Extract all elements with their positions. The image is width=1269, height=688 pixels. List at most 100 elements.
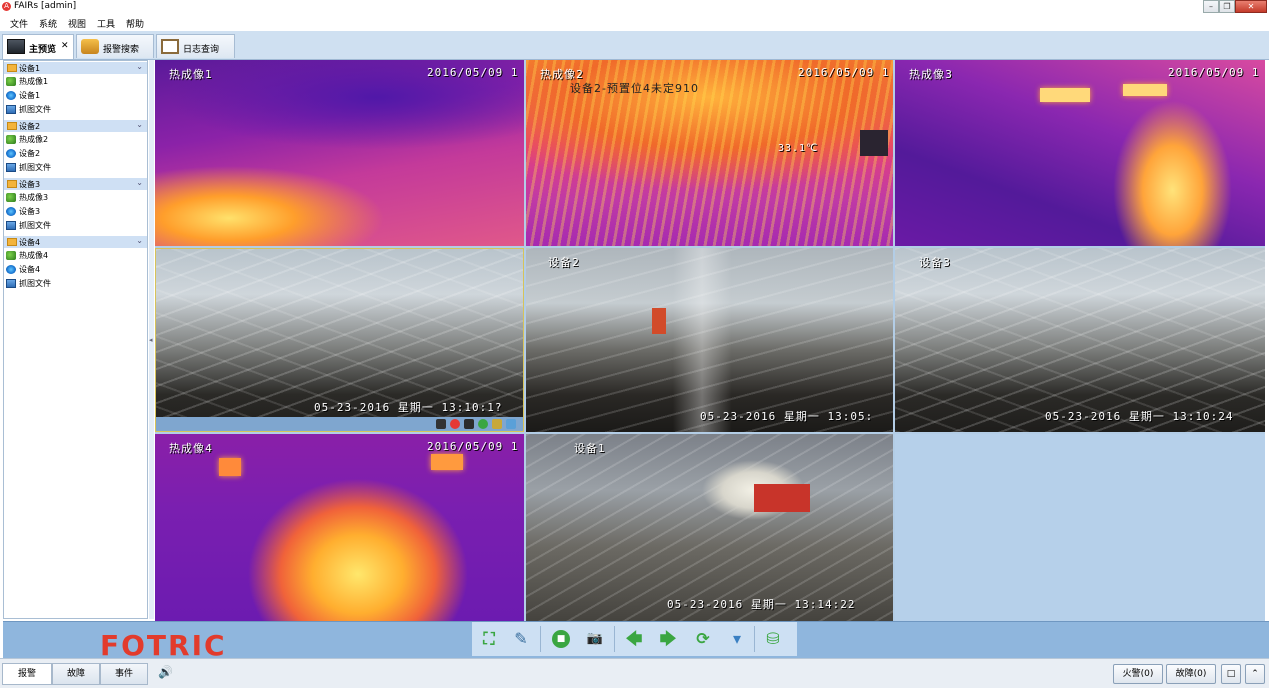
playback-controls: ⛶ ✎ ■ 📷 🡄 🡆 ⟳ ▾ ⛁ [472,622,797,656]
tree-item[interactable]: 设备2 [6,147,146,159]
menu-view[interactable]: 视图 [68,17,86,30]
chevron-down-icon[interactable]: ⌄ [136,120,143,129]
chevron-down-icon[interactable]: ⌄ [136,178,143,187]
item-label: 设备2 [19,149,41,158]
cell-toolbar [156,417,523,431]
thermal-camera-icon [6,135,16,144]
thermal-camera-icon [6,193,16,202]
tree-item[interactable]: 抓图文件 [6,277,146,289]
video-cell-thermal3[interactable]: 热成像3 2016/05/09 1 [895,60,1265,246]
tab-log-query[interactable]: 日志查询 [156,34,235,58]
monitor-icon [7,39,25,54]
group-label: 设备4 [19,238,41,247]
preset-label: 设备2-预置位4未定910 [570,82,699,95]
timestamp: 05-23-2016 星期一 13:05: [700,410,874,423]
video-cell-camera3[interactable]: 设备3 05-23-2016 星期一 13:10:24 [895,248,1265,432]
camera-icon[interactable]: 📷 [586,630,604,648]
channel-name: 热成像1 [169,68,213,81]
video-cell-empty[interactable] [895,434,1265,621]
item-label: 抓图文件 [19,279,51,288]
menu-help[interactable]: 帮助 [126,17,144,30]
app-icon: A [2,2,11,11]
video-cell-thermal2[interactable]: 热成像2 2016/05/09 1 设备2-预置位4未定910 33.1℃ [526,60,893,246]
separator [754,626,755,652]
tab-alarm-search[interactable]: 报警搜索 [76,34,154,58]
collapse-arrow-icon[interactable]: ◂ [149,336,153,344]
fullscreen-icon[interactable]: ⛶ [480,630,498,648]
video-cell-thermal1[interactable]: 热成像1 2016/05/09 1 [155,60,524,246]
hotspot-marker [1123,84,1167,96]
tree-item[interactable]: 设备4 [6,263,146,275]
minimize-button[interactable]: – [1203,0,1219,13]
video-cell-thermal4[interactable]: 热成像4 2016/05/09 1 [155,434,524,621]
hotspot-marker [219,458,241,476]
channel-name: 设备1 [574,442,606,455]
search-folder-icon [81,39,99,54]
tree-item[interactable]: 热成像1 [6,75,146,87]
tree-item[interactable]: 热成像3 [6,191,146,203]
panel-expand-button[interactable]: ⌃ [1245,664,1265,684]
image-file-icon [6,279,16,288]
menu-system[interactable]: 系统 [39,17,57,30]
menu-file[interactable]: 文件 [10,17,28,30]
group-label: 设备2 [19,122,41,131]
folder-icon [7,238,17,246]
tree-group-device1[interactable]: 设备1 ⌄ [4,62,147,74]
tab-bar: 主预览 ✕ 报警搜索 日志查询 [0,31,1269,60]
tab-close-icon[interactable]: ✕ [61,41,69,51]
chevron-down-icon[interactable]: ⌄ [136,236,143,245]
record-icon[interactable] [450,419,460,429]
speaker-icon[interactable]: 🔊 [158,665,173,679]
chevron-down-icon[interactable]: ⌄ [136,62,143,71]
timestamp: 2016/05/09 1 [427,66,519,79]
menu-tools[interactable]: 工具 [97,17,115,30]
tree-group-device4[interactable]: 设备4 ⌄ [4,236,147,248]
arrow-right-icon[interactable]: 🡆 [659,630,677,648]
video-cell-camera2[interactable]: 设备2 05-23-2016 星期一 13:05: [526,248,893,432]
tab-main-preview[interactable]: 主预览 ✕ [2,34,74,59]
fault-button[interactable]: 故障(0) [1166,664,1216,684]
tree-item[interactable]: 设备1 [6,89,146,101]
item-label: 设备1 [19,91,41,100]
refresh-icon[interactable]: ⟳ [694,630,712,648]
timestamp: 2016/05/09 1 [427,440,519,453]
edit-icon[interactable]: ✎ [512,630,530,648]
ptz-icon[interactable] [492,419,502,429]
chevron-down-icon[interactable]: ▾ [728,630,746,648]
group-label: 设备3 [19,180,41,189]
video-cell-camera4[interactable]: 05-23-2016 星期一 13:10:1? [155,248,524,432]
title-bar: A FAIRs [admin] – ❐ ✕ [0,0,1269,14]
tree-item[interactable]: 抓图文件 [6,219,146,231]
tab-fault[interactable]: 故障 [52,663,100,685]
separator [540,626,541,652]
tree-item[interactable]: 抓图文件 [6,103,146,115]
item-label: 热成像4 [19,251,49,260]
timestamp: 05-23-2016 星期一 13:10:1? [314,401,503,414]
video-cell-camera1[interactable]: 设备1 05-23-2016 星期一 13:14:22 [526,434,893,621]
fire-alarm-button[interactable]: 火警(0) [1113,664,1163,684]
tree-item[interactable]: 抓图文件 [6,161,146,173]
arrow-left-icon[interactable]: 🡄 [625,630,643,648]
snapshot-icon[interactable] [436,419,446,429]
thermal-camera-icon [6,77,16,86]
close-button[interactable]: ✕ [1235,0,1267,13]
talk-icon[interactable] [464,419,474,429]
tree-item[interactable]: 热成像4 [6,249,146,261]
tree-item[interactable]: 设备3 [6,205,146,217]
clipboard-icon [161,39,179,54]
stop-icon[interactable]: ■ [552,630,570,648]
tree-item[interactable]: 热成像2 [6,133,146,145]
tree-group-device3[interactable]: 设备3 ⌄ [4,178,147,190]
panel-restore-button[interactable]: □ [1221,664,1241,684]
timestamp: 05-23-2016 星期一 13:10:24 [1045,410,1234,423]
play-icon[interactable] [478,419,488,429]
tab-event[interactable]: 事件 [100,663,148,685]
tab-alarm[interactable]: 报警 [2,663,52,685]
camera-icon [6,149,16,158]
channel-name: 设备2 [548,256,580,269]
layout-icon[interactable]: ⛁ [764,630,782,648]
restore-button[interactable]: ❐ [1219,0,1235,13]
item-label: 抓图文件 [19,163,51,172]
tree-group-device2[interactable]: 设备2 ⌄ [4,120,147,132]
zoom-icon[interactable] [506,419,516,429]
